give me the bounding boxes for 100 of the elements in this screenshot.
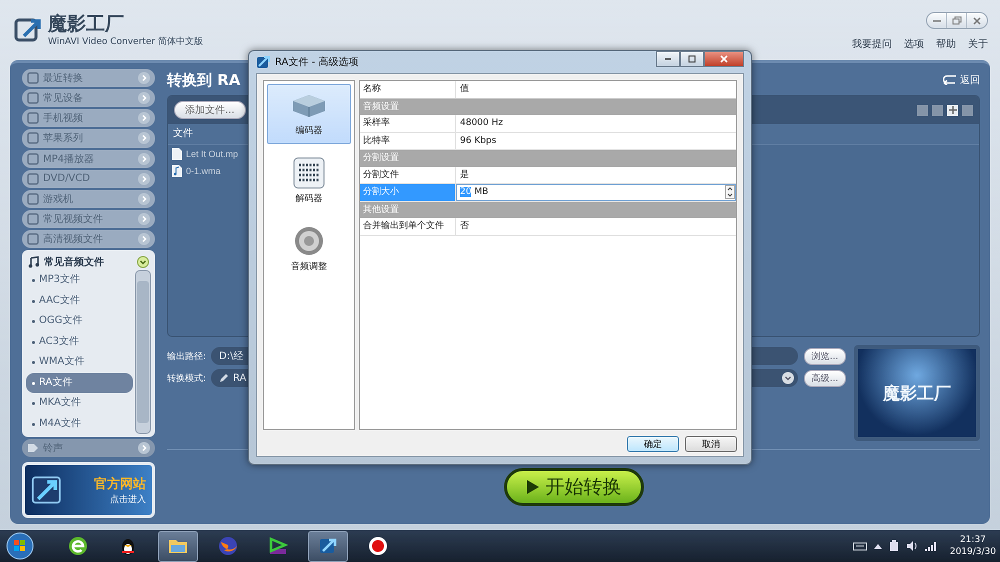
category-item[interactable]: DVD/VCD [22,170,155,188]
property-name[interactable]: 分割大小 [360,184,456,200]
category-item[interactable]: MP4播放器 [22,150,155,168]
taskbar-app[interactable] [158,530,198,562]
chevron-right-icon [138,442,150,454]
format-item[interactable]: RA文件 [26,372,133,394]
chevron-right-icon [138,233,150,246]
category-item[interactable]: 游戏机 [22,190,155,208]
property-name[interactable]: 采样率 [360,115,456,132]
property-name[interactable]: 比特率 [360,132,456,149]
square-icon [27,112,39,124]
chevron-right-icon [138,152,150,165]
play-icon [526,479,540,495]
plus-button[interactable] [947,104,958,116]
start-orb-icon[interactable] [6,532,34,560]
return-arrow-icon [943,75,957,85]
square-icon [27,213,39,226]
start-convert-button[interactable]: 开始转换 [504,468,644,506]
close-button[interactable] [704,51,744,67]
audio-file-icon [172,164,182,176]
advanced-button[interactable]: 高级... [804,370,846,386]
property-value[interactable]: 是 [456,166,469,183]
keyboard-icon[interactable] [852,541,867,551]
format-item[interactable]: M4A文件 [26,414,133,434]
app-icon [256,55,270,69]
property-value[interactable]: 否 [456,218,469,234]
chevron-down-icon [137,256,149,268]
caret-up-icon[interactable] [874,543,882,549]
chevron-right-icon [138,92,150,104]
close-icon [720,55,728,63]
document-icon [172,148,182,160]
format-item[interactable]: AAC文件 [26,290,133,312]
field-label: 输出路径: [167,350,205,362]
dot-grid-icon [293,157,325,189]
menu-link[interactable]: 选项 [904,37,924,51]
restore-icon [952,16,962,26]
menu-link[interactable]: 帮助 [936,37,956,51]
menu-link[interactable]: 我要提问 [852,37,892,51]
clock[interactable]: 21:37 2019/3/30 [950,534,996,558]
category-option[interactable]: 音频调整 [267,218,351,280]
format-item[interactable]: WMA文件 [26,352,133,373]
app-subtitle: WinAVI Video Converter 简体中文版 [48,36,203,48]
scrollbar[interactable] [135,270,151,434]
category-item[interactable]: 常见视频文件 [22,210,155,228]
square-icon [27,72,39,84]
category-item[interactable]: 常见设备 [22,89,155,108]
play-triangle-icon [268,536,288,556]
category-group-title[interactable]: 常见音频文件 [44,254,133,269]
square-icon [27,172,39,185]
spin-arrows-icon[interactable] [725,185,735,200]
format-item[interactable]: OGG文件 [26,311,133,332]
bullet-icon [32,320,35,324]
add-file-button[interactable]: 添加文件... [174,101,246,119]
signal-bars-icon[interactable] [924,541,937,551]
category-option[interactable]: 编码器 [267,84,351,144]
square-icon [27,132,39,144]
speaker-icon [293,225,325,257]
file-name[interactable]: Let It Out.mp [186,148,238,158]
minimize-icon [664,58,672,60]
column-header: 值 [459,83,469,96]
volume-icon[interactable] [906,540,918,552]
category-item[interactable]: 高清视频文件 [22,230,155,248]
bullet-icon [32,279,35,282]
square-icon [27,152,39,165]
tag-icon [27,442,39,454]
music-note-icon [28,256,40,268]
minimize-icon [932,20,942,22]
maximize-icon [688,55,696,63]
category-item[interactable]: 手机视频 [22,109,155,128]
property-name[interactable]: 分割文件 [360,166,456,183]
chevron-down-icon [782,372,794,384]
browse-button[interactable]: 浏览... [804,348,846,364]
back-link[interactable]: 返回 [943,73,980,87]
move-up-button[interactable] [917,104,928,116]
menu-link[interactable]: 关于 [968,37,988,51]
minus-button[interactable] [962,104,973,116]
file-name[interactable]: 0-1.wma [186,166,221,176]
square-icon [27,92,39,104]
format-item[interactable]: MKA文件 [26,393,133,414]
arrow-app-icon [318,536,338,556]
dialog-button[interactable]: 取消 [685,436,737,452]
format-item[interactable]: MP3文件 [26,270,133,291]
property-name[interactable]: 合并输出到单个文件 [360,218,456,234]
square-icon [27,192,39,205]
number-spinner-field[interactable]: 20 MB [456,184,736,200]
category-item[interactable]: 苹果系列 [22,129,155,148]
maximize-button[interactable] [680,51,704,67]
close-icon [972,16,982,26]
logo-icon [14,16,42,44]
format-item[interactable]: AC3文件 [26,332,133,352]
minimize-button[interactable] [656,51,680,67]
device-icon[interactable] [888,540,899,552]
chevron-right-icon [138,213,150,226]
category-option[interactable]: 解码器 [267,150,351,212]
bullet-icon [32,382,35,385]
dialog-button[interactable]: 确定 [627,436,679,452]
website-banner[interactable]: 官方网站 点击进入 [22,462,155,518]
category-item[interactable]: 最近转换 [22,69,155,88]
preview-panel: 魔影工厂 [854,345,980,441]
move-down-button[interactable] [932,104,943,116]
